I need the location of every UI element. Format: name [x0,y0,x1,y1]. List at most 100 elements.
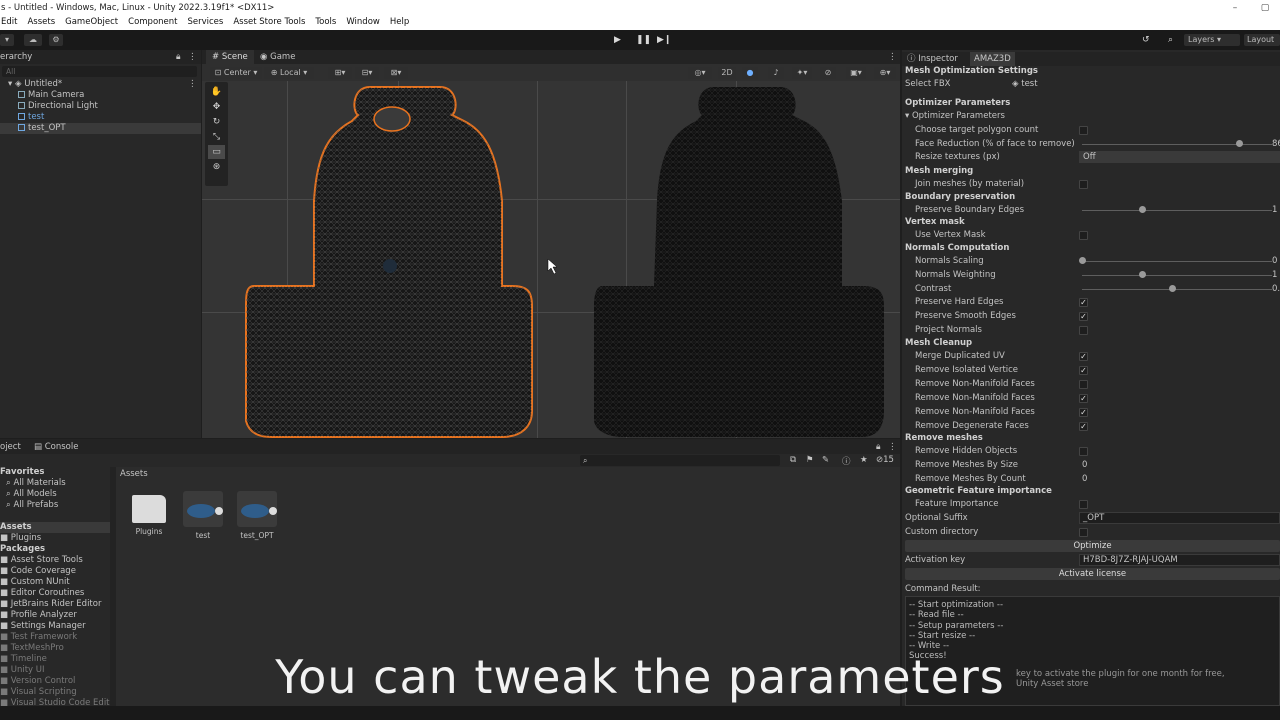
tab-console[interactable]: ▤ Console [34,440,78,454]
package-item[interactable]: ■ Test Framework [0,632,77,643]
draw-mode-icon[interactable]: ◎▾ [688,67,712,79]
hierarchy-item-directional-light[interactable]: Directional Light [18,101,98,112]
menu-dots-icon[interactable]: ⋮ [888,440,897,454]
favorite-item[interactable]: ⌕ All Materials [6,478,66,489]
search-icon[interactable]: ⌕ [1168,35,1173,45]
preserve-hard-checkbox[interactable]: ✓ [1079,298,1088,307]
menu-help[interactable]: Help [390,16,409,30]
pause-icon[interactable]: ❚❚ [636,35,651,45]
pivot-dropdown[interactable]: ⊡ Center ▾ [210,67,262,79]
breadcrumb[interactable]: Assets [120,469,148,479]
package-item[interactable]: ■ Settings Manager [0,621,86,632]
scene-viewport[interactable] [202,81,900,438]
grid-icon[interactable]: ⊟▾ [355,67,379,79]
step-icon[interactable]: ▶❙ [657,35,671,45]
use-vertex-mask-checkbox[interactable] [1079,231,1088,240]
face-reduction-value[interactable]: 86 [1272,137,1280,151]
folder-plugins[interactable]: ■ Plugins [0,533,41,544]
menu-gameobject[interactable]: GameObject [65,16,118,30]
layers-dropdown[interactable]: Layers ▾ [1184,34,1240,46]
favorite-item[interactable]: ⌕ All Prefabs [6,500,58,511]
favorites-header[interactable]: Favorites [0,467,44,478]
optimize-button[interactable]: Optimize [905,540,1280,552]
preserve-boundary-slider[interactable] [1082,210,1272,211]
package-item[interactable]: ■ Custom NUnit [0,577,70,588]
effects-icon[interactable]: ✦▾ [792,67,812,79]
remove-nonmanifold-checkbox[interactable] [1079,380,1088,389]
scale-tool-icon[interactable]: ⤡ [208,130,225,144]
menu-services[interactable]: Services [188,16,224,30]
package-item[interactable]: ■ Code Coverage [0,566,76,577]
tag-icon[interactable]: ✎ [822,455,829,465]
favorite-icon[interactable]: ★ [860,455,868,465]
hierarchy-search-input[interactable]: All [2,66,197,77]
select-fbx-field[interactable]: ◈ test [1012,77,1038,91]
scene-root[interactable]: ▾ ◈ Untitled* ⋮ [8,79,197,90]
activation-key-input[interactable]: H7BD-8J7Z-RJAJ-UQAM [1079,554,1280,566]
package-item[interactable]: ■ Editor Coroutines [0,588,84,599]
cloud-icon[interactable]: ☁ [24,34,42,46]
normals-scaling-value[interactable]: 0 [1272,254,1277,268]
asset-model-test-opt[interactable]: test_OPT [232,491,282,540]
toggle-2d-button[interactable]: 2D [718,67,736,79]
optional-suffix-input[interactable]: _OPT [1079,512,1280,524]
asset-model-test[interactable]: test [178,491,228,540]
gizmos-icon[interactable]: ⊕▾ [874,67,896,79]
menu-assets[interactable]: Assets [27,16,55,30]
hierarchy-item-test-opt[interactable]: test_OPT [18,123,66,134]
audio-icon[interactable]: ♪ [768,67,784,79]
layout-dropdown[interactable]: Layout [1244,34,1280,46]
menu-tools[interactable]: Tools [315,16,336,30]
package-item[interactable]: ■ JetBrains Rider Editor [0,599,101,610]
hidden-packages-icon[interactable]: ⊘15 [876,455,894,465]
menu-edit[interactable]: Edit [1,16,17,30]
menu-window[interactable]: Window [346,16,380,30]
remove-isolated-checkbox[interactable]: ✓ [1079,366,1088,375]
lock-icon[interactable]: 🔒︎ [176,50,181,64]
remove-by-size-field[interactable]: 0 [1082,458,1087,472]
activate-license-button[interactable]: Activate license [905,568,1280,580]
choose-target-checkbox[interactable] [1079,126,1088,135]
normals-weighting-value[interactable]: 1 [1272,268,1277,282]
grid-snap-icon[interactable]: ⊞▾ [328,67,352,79]
hierarchy-item-test[interactable]: test [18,112,44,123]
custom-directory-checkbox[interactable] [1079,528,1088,537]
normals-weighting-knob[interactable] [1139,271,1146,278]
contrast-value[interactable]: 0. [1272,282,1280,296]
maximize-button[interactable]: ▢ [1250,0,1280,16]
remove-hidden-checkbox[interactable] [1079,447,1088,456]
tab-project[interactable]: oject [0,440,21,454]
preserve-boundary-knob[interactable] [1139,206,1146,213]
normals-scaling-slider[interactable] [1082,261,1272,262]
project-normals-checkbox[interactable] [1079,326,1088,335]
scene-menu-icon[interactable]: ⋮ [188,79,197,90]
face-reduction-knob[interactable] [1236,140,1243,147]
space-dropdown[interactable]: ⊕ Local ▾ [264,67,314,79]
remove-degenerate-checkbox[interactable]: ✓ [1079,422,1088,431]
normals-scaling-knob[interactable] [1079,257,1086,264]
package-item[interactable]: ■ Asset Store Tools [0,555,83,566]
minimize-button[interactable]: – [1220,0,1250,16]
info-icon[interactable]: ⓘ [842,455,851,467]
merge-uv-checkbox[interactable]: ✓ [1079,352,1088,361]
menu-component[interactable]: Component [128,16,177,30]
assets-folder[interactable]: Assets [0,522,32,533]
account-dropdown[interactable]: ▾ [0,34,14,46]
package-item[interactable]: ■ Profile Analyzer [0,610,77,621]
menu-dots-icon[interactable]: ⋮ [188,50,197,64]
filter-label-icon[interactable]: ⚑ [806,455,814,465]
tab-game[interactable]: ◉ Game [260,50,295,64]
hierarchy-item-main-camera[interactable]: Main Camera [18,90,84,101]
resize-textures-dropdown[interactable]: Off [1079,151,1280,163]
favorite-item[interactable]: ⌕ All Models [6,489,57,500]
hierarchy-tab[interactable]: erarchy 🔒︎ ⋮ [0,50,201,64]
packages-folder[interactable]: Packages [0,544,45,555]
visibility-icon[interactable]: ⊘ [820,67,836,79]
feature-importance-checkbox[interactable] [1079,500,1088,509]
contrast-slider[interactable] [1082,289,1272,290]
remove-nonmanifold-checkbox[interactable]: ✓ [1079,408,1088,417]
collab-icon[interactable]: ⚙ [49,34,63,46]
preserve-smooth-checkbox[interactable]: ✓ [1079,312,1088,321]
remove-nonmanifold-checkbox[interactable]: ✓ [1079,394,1088,403]
hand-tool-icon[interactable]: ✋ [208,85,225,99]
